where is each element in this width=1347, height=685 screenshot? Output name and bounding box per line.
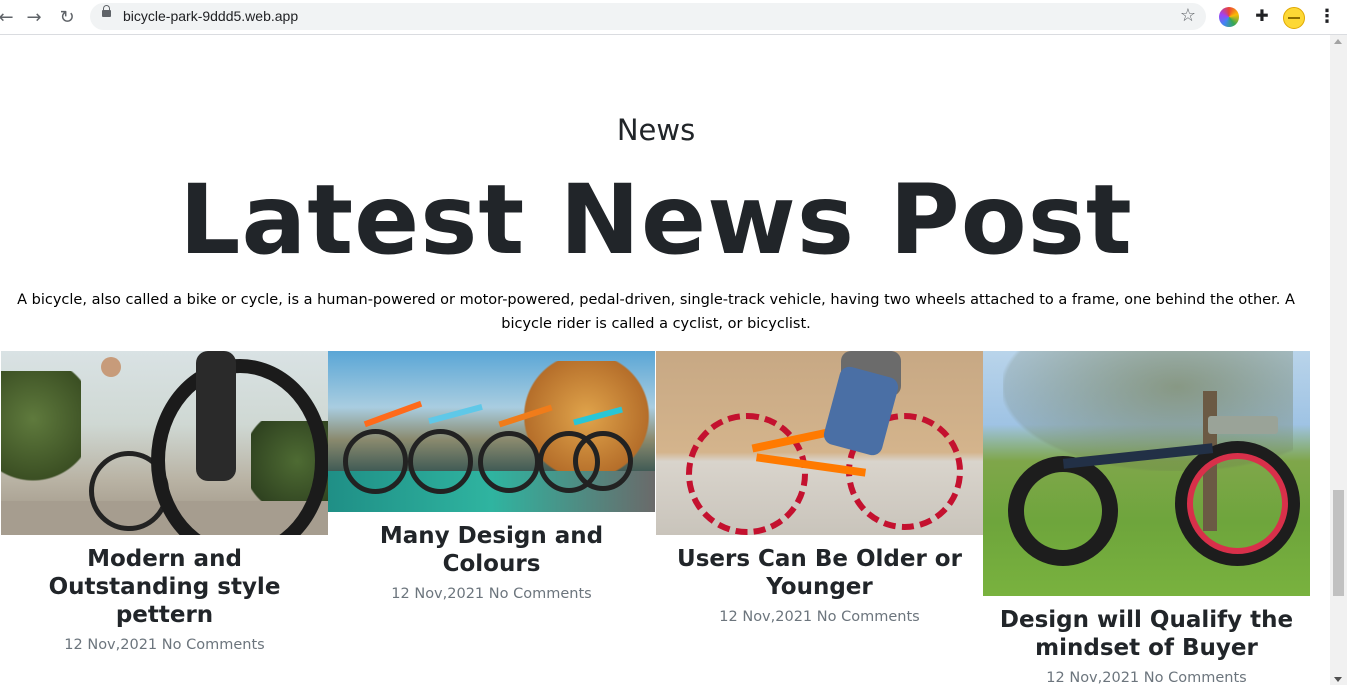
post-date: 12 Nov,2021 (391, 586, 485, 602)
section-intro: A bicycle, also called a bike or cycle, … (17, 292, 1295, 332)
post-title[interactable]: Design will Qualify the mindset of Buyer (991, 606, 1302, 662)
address-bar[interactable]: bicycle-park-9ddd5.web.app ☆ (90, 3, 1206, 30)
browser-menu-icon[interactable]: ⋮ (1318, 6, 1336, 27)
reload-icon[interactable]: ↻ (55, 5, 79, 29)
ebike-on-grass-image[interactable] (983, 351, 1310, 596)
post-meta: 12 Nov,2021 No Comments (1, 637, 328, 653)
colorful-bikes-image[interactable] (328, 351, 655, 512)
post-comments[interactable]: No Comments (817, 609, 920, 625)
bookmark-star-icon[interactable]: ☆ (1180, 5, 1196, 26)
url-text: bicycle-park-9ddd5.web.app (123, 8, 299, 24)
scrollbar-thumb[interactable] (1333, 490, 1344, 596)
post-title[interactable]: Many Design and Colours (336, 522, 647, 578)
news-card[interactable]: Modern and Outstanding style pettern 12 … (1, 351, 328, 653)
shoe-wheel-bike-image[interactable] (656, 351, 983, 535)
post-meta: 12 Nov,2021 No Comments (983, 670, 1310, 685)
extensions-puzzle-icon[interactable]: ✚ (1252, 6, 1272, 26)
post-comments[interactable]: No Comments (489, 586, 592, 602)
back-icon[interactable]: ← (0, 5, 18, 29)
news-section: News Latest News Post A bicycle, also ca… (0, 35, 1330, 685)
post-date: 12 Nov,2021 (719, 609, 813, 625)
section-title: Latest News Post (179, 164, 1133, 276)
post-title[interactable]: Users Can Be Older or Younger (664, 545, 975, 601)
post-comments[interactable]: No Comments (1144, 670, 1247, 685)
post-date: 12 Nov,2021 (64, 637, 158, 653)
page-scrollbar[interactable] (1330, 35, 1347, 685)
post-meta: 12 Nov,2021 No Comments (328, 586, 655, 602)
scroll-down-arrow-icon[interactable] (1334, 677, 1342, 682)
browser-toolbar: ← → ↻ bicycle-park-9ddd5.web.app ☆ ✚ ⋮ (0, 0, 1347, 35)
post-title[interactable]: Modern and Outstanding style pettern (9, 545, 320, 629)
post-date: 12 Nov,2021 (1046, 670, 1140, 685)
news-card[interactable]: Many Design and Colours 12 Nov,2021 No C… (328, 351, 655, 602)
news-card[interactable]: Design will Qualify the mindset of Buyer… (983, 351, 1310, 685)
post-comments[interactable]: No Comments (162, 637, 265, 653)
post-meta: 12 Nov,2021 No Comments (656, 609, 983, 625)
news-card[interactable]: Users Can Be Older or Younger 12 Nov,202… (656, 351, 983, 625)
color-picker-extension-icon[interactable] (1219, 7, 1239, 27)
section-eyebrow: News (616, 113, 696, 147)
lock-icon (102, 5, 111, 17)
scroll-up-arrow-icon[interactable] (1334, 39, 1342, 44)
bicycle-closeup-image[interactable] (1, 351, 328, 535)
forward-icon[interactable]: → (22, 5, 46, 29)
profile-avatar[interactable] (1283, 7, 1305, 29)
